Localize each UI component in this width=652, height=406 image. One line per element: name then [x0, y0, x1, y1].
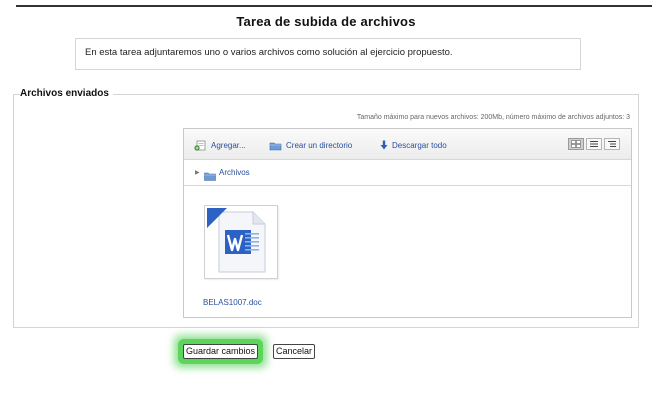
view-tree-button[interactable] [604, 138, 620, 150]
file-manager-toolbar: Agregar... Crear un directorio Descargar… [184, 129, 631, 160]
file-manager: Agregar... Crear un directorio Descargar… [183, 128, 632, 318]
upload-limits-text: Tamaño máximo para nuevos archivos: 200M… [356, 114, 630, 121]
view-mode-toggle [568, 138, 620, 150]
top-divider [16, 5, 652, 7]
list-view-icon [589, 135, 599, 153]
download-arrow-icon [380, 140, 388, 150]
create-folder-button[interactable]: Crear un directorio [269, 139, 352, 151]
fieldset-legend: Archivos enviados [20, 88, 113, 99]
save-changes-button[interactable]: Guardar cambios [183, 344, 259, 359]
intro-box: En esta tarea adjuntaremos uno o varios … [75, 38, 581, 70]
download-all-label: Descargar todo [392, 140, 447, 150]
tree-view-icon [607, 135, 617, 153]
folder-icon [204, 168, 216, 186]
new-folder-icon [269, 140, 282, 151]
cancel-button[interactable]: Cancelar [273, 344, 316, 359]
intro-text: En esta tarea adjuntaremos uno o varios … [85, 47, 453, 58]
view-icons-button[interactable] [568, 138, 584, 150]
page-title: Tarea de subida de archivos [236, 14, 416, 29]
add-file-button[interactable]: Agregar... [194, 139, 246, 151]
path-bar: ▶ Archivos [184, 160, 631, 186]
add-file-icon [194, 140, 207, 151]
add-file-label: Agregar... [211, 140, 246, 150]
grid-view-icon [571, 135, 581, 153]
file-tile[interactable] [204, 205, 278, 279]
view-list-button[interactable] [586, 138, 602, 150]
create-folder-label: Crear un directorio [286, 140, 353, 150]
path-folder-link[interactable]: Archivos [219, 168, 250, 177]
expand-caret-icon[interactable]: ▶ [195, 169, 200, 176]
file-name-link[interactable]: BELAS1007.doc [203, 298, 262, 307]
download-all-button[interactable]: Descargar todo [380, 139, 447, 151]
